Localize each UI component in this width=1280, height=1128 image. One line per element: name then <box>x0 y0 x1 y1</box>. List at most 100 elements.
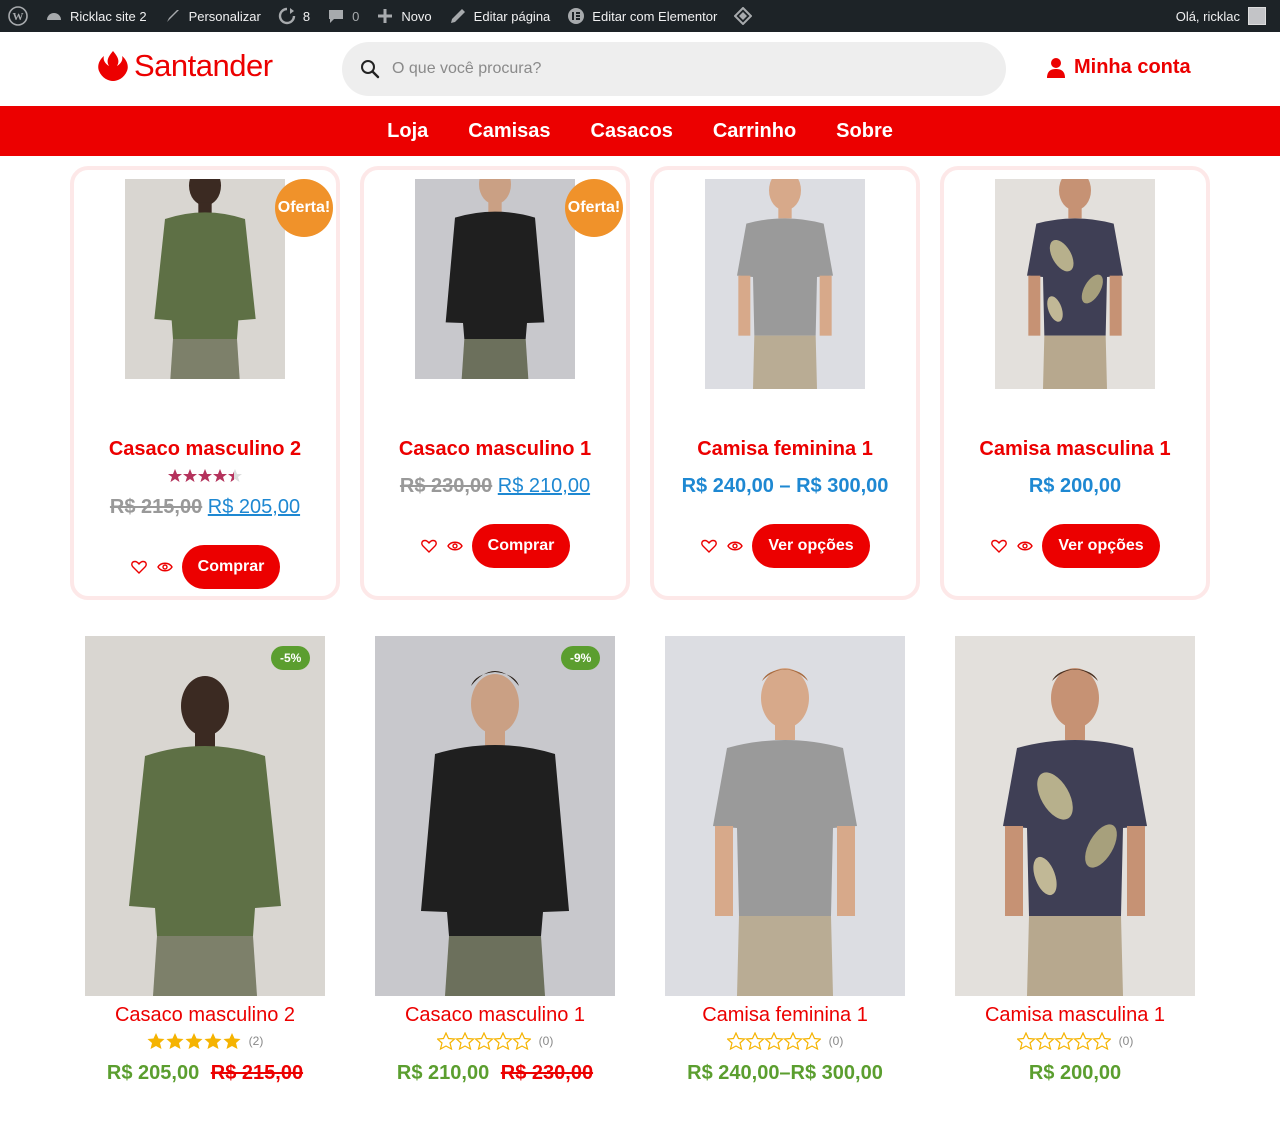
elementor-icon <box>566 6 586 26</box>
product-price: R$ 230,00 R$ 210,00 <box>364 475 626 498</box>
card-actions: Ver opções <box>654 524 916 568</box>
diamond-item[interactable] <box>725 0 767 32</box>
product-price-range: R$ 200,00 <box>1028 475 1122 497</box>
view-options-button[interactable]: Ver opções <box>1042 524 1160 568</box>
nav-loja[interactable]: Loja <box>367 120 448 143</box>
buy-button[interactable]: Comprar <box>181 545 281 589</box>
product-price: R$ 205,00 R$ 215,00 <box>65 1062 345 1085</box>
eye-icon[interactable] <box>446 537 464 555</box>
santander-logo[interactable]: Santander <box>96 48 273 84</box>
nav-casacos[interactable]: Casacos <box>571 120 693 143</box>
product-title[interactable]: Camisa masculina 1 <box>944 438 1206 461</box>
card-actions: Comprar <box>74 545 336 589</box>
product-title[interactable]: Camisa masculina 1 <box>935 1004 1215 1027</box>
price-range: R$ 240,00–R$ 300,00 <box>687 1062 883 1084</box>
main-nav: Loja Camisas Casacos Carrinho Sobre <box>0 106 1280 156</box>
svg-text:W: W <box>13 11 24 23</box>
review-count: (2) <box>248 1034 264 1048</box>
site-name-item[interactable]: Ricklac site 2 <box>36 0 155 32</box>
product-title[interactable]: Casaco masculino 1 <box>355 1004 635 1027</box>
rating-stars-empty <box>1016 1032 1111 1050</box>
sale-price[interactable]: R$ 205,00 <box>208 496 300 518</box>
rating-stars <box>168 469 242 482</box>
view-options-button[interactable]: Ver opções <box>752 524 870 568</box>
discount-badge: -9% <box>561 646 601 670</box>
card-actions: Comprar <box>364 524 626 568</box>
discount-badge: -5% <box>271 646 311 670</box>
nav-camisas[interactable]: Camisas <box>448 120 570 143</box>
flame-icon <box>98 51 128 81</box>
product-title[interactable]: Camisa feminina 1 <box>645 1004 925 1027</box>
search-bar[interactable] <box>342 42 1006 96</box>
edit-elementor-item[interactable]: Editar com Elementor <box>558 0 725 32</box>
old-price: R$ 215,00 <box>210 1062 304 1084</box>
customize-item[interactable]: Personalizar <box>155 0 269 32</box>
old-price: R$ 230,00 <box>500 1062 594 1084</box>
nav-sobre[interactable]: Sobre <box>816 120 913 143</box>
avatar <box>1248 7 1266 25</box>
product-price-range: R$ 240,00 – R$ 300,00 <box>681 475 889 497</box>
product-price: R$ 215,00 R$ 205,00 <box>74 496 336 519</box>
featured-card[interactable]: Oferta! Casaco masculino 2 R$ 215,00 R$ … <box>70 166 340 600</box>
my-account-label: Minha conta <box>1074 56 1191 78</box>
rating-stars <box>147 1033 241 1049</box>
heart-icon[interactable] <box>420 537 438 555</box>
featured-card[interactable]: Camisa feminina 1 R$ 240,00 – R$ 300,00 … <box>650 166 920 600</box>
product-image[interactable] <box>955 636 1195 996</box>
product-title[interactable]: Casaco masculino 1 <box>364 438 626 461</box>
comments-item[interactable]: 0 <box>318 0 367 32</box>
new-label: Novo <box>401 8 432 24</box>
old-price: R$ 215,00 <box>109 496 203 518</box>
wordpress-icon: W <box>8 6 28 26</box>
comments-count: 0 <box>352 8 360 24</box>
updates-icon <box>277 6 297 26</box>
product-image[interactable] <box>375 636 615 996</box>
offer-badge: Oferta! <box>275 179 333 237</box>
eye-icon[interactable] <box>726 537 744 555</box>
product-title[interactable]: Casaco masculino 2 <box>74 438 336 461</box>
product-title[interactable]: Camisa feminina 1 <box>654 438 916 461</box>
product-image[interactable] <box>665 179 905 419</box>
search-input[interactable] <box>392 60 952 78</box>
eye-icon[interactable] <box>156 558 174 576</box>
plus-icon <box>375 6 395 26</box>
edit-page-item[interactable]: Editar página <box>440 0 559 32</box>
star-rating: (0) <box>955 1032 1195 1050</box>
eye-icon[interactable] <box>1016 537 1034 555</box>
edit-page-label: Editar página <box>473 8 551 24</box>
dashboard-icon <box>44 6 64 26</box>
star-rating: (2) <box>85 1032 325 1050</box>
product-price: R$ 210,00 R$ 230,00 <box>355 1062 635 1085</box>
edit-elementor-label: Editar com Elementor <box>592 8 718 24</box>
updates-item[interactable]: 8 <box>269 0 318 32</box>
search-icon <box>360 59 380 79</box>
sale-price: R$ 210,00 <box>396 1062 490 1084</box>
heart-icon[interactable] <box>990 537 1008 555</box>
greeting: Olá, ricklac <box>1175 8 1240 24</box>
updates-count: 8 <box>302 8 311 24</box>
brush-icon <box>163 6 183 26</box>
site-name: Ricklac site 2 <box>70 8 147 24</box>
product-image[interactable] <box>665 636 905 996</box>
pencil-icon <box>448 6 468 26</box>
featured-card[interactable]: Oferta! Casaco masculino 1 R$ 230,00 R$ … <box>360 166 630 600</box>
featured-card[interactable]: Camisa masculina 1 R$ 200,00 Ver opções <box>940 166 1210 600</box>
product-title[interactable]: Casaco masculino 2 <box>65 1004 345 1027</box>
product-image[interactable] <box>955 179 1195 419</box>
nav-carrinho[interactable]: Carrinho <box>693 120 816 143</box>
my-account-link[interactable]: Minha conta <box>1046 56 1191 79</box>
customize-label: Personalizar <box>188 8 261 24</box>
heart-icon[interactable] <box>130 558 148 576</box>
sale-price: R$ 200,00 <box>1028 1062 1122 1084</box>
wordpress-logo-item[interactable]: W <box>0 0 36 32</box>
new-item[interactable]: Novo <box>367 0 439 32</box>
product-image[interactable] <box>85 636 325 996</box>
product-price: R$ 200,00 <box>935 1062 1215 1085</box>
review-count: (0) <box>538 1034 554 1048</box>
sale-price: R$ 205,00 <box>106 1062 200 1084</box>
buy-button[interactable]: Comprar <box>471 524 571 568</box>
account-menu[interactable]: Olá, ricklac <box>1176 7 1280 25</box>
diamond-icon <box>733 6 753 26</box>
heart-icon[interactable] <box>700 537 718 555</box>
sale-price[interactable]: R$ 210,00 <box>498 475 590 497</box>
